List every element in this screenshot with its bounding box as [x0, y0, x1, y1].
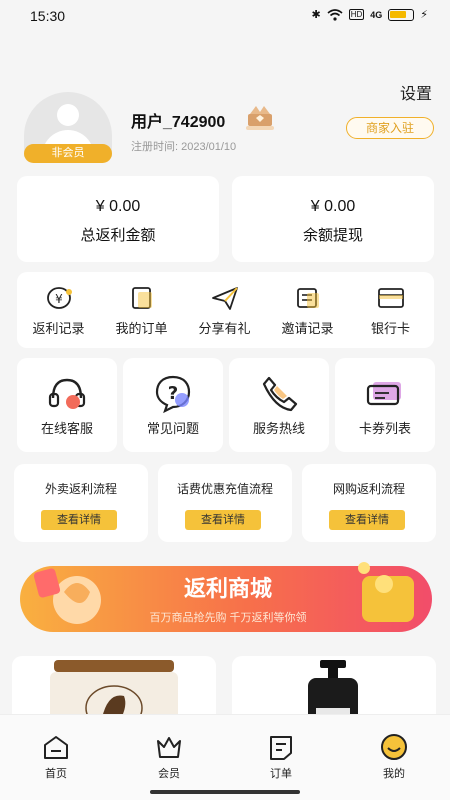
- total-rebate-card[interactable]: ¥ 0.00 总返利金额: [17, 176, 219, 262]
- service-hotline[interactable]: 服务热线: [229, 358, 329, 452]
- menu-item-invite-record[interactable]: 邀请记录: [266, 284, 349, 340]
- tab-label: 首页: [45, 768, 67, 780]
- service-label: 常见问题: [146, 421, 199, 436]
- menu-label: 邀请记录: [281, 321, 334, 336]
- home-indicator: [150, 790, 300, 794]
- battery-icon: [388, 8, 415, 21]
- service-label: 服务热线: [252, 421, 305, 436]
- balance-withdraw-card[interactable]: ¥ 0.00 余额提现: [232, 176, 434, 262]
- menu-label: 返利记录: [32, 321, 85, 336]
- wifi-icon: [327, 8, 343, 21]
- avatar-head-shape: [57, 104, 79, 126]
- menu-item-my-orders[interactable]: 我的订单: [100, 284, 183, 340]
- service-label: 卡券列表: [358, 421, 411, 436]
- banner-subtitle: 百万商品抢先购 千万返利等你领: [149, 610, 306, 624]
- balance-withdraw-label: 余额提现: [302, 227, 363, 244]
- status-time: 15:30: [30, 8, 66, 24]
- flow-card-phone-recharge: 话费优惠充值流程 查看详情: [158, 464, 292, 542]
- flow-title: 外卖返利流程: [44, 482, 117, 496]
- service-online-support[interactable]: 在线客服: [17, 358, 117, 452]
- menu-label: 银行卡: [370, 321, 410, 336]
- flow-card-online-shopping: 网购返利流程 查看详情: [302, 464, 436, 542]
- status-bar: 15:30 ✱ HD 4G ⚡: [0, 0, 450, 32]
- member-status-badge: 非会员: [24, 144, 112, 163]
- tab-label: 会员: [158, 768, 180, 780]
- settings-button[interactable]: 设置: [400, 80, 432, 104]
- phone-icon: [262, 376, 298, 412]
- rebate-mall-banner[interactable]: 返利商城 百万商品抢先购 千万返利等你领: [12, 554, 440, 644]
- order-icon: [131, 287, 152, 309]
- tab-orders[interactable]: 订单: [251, 733, 311, 781]
- service-coupon-list[interactable]: 卡券列表: [335, 358, 435, 452]
- invite-icon: [296, 288, 319, 308]
- share-icon: [211, 287, 238, 310]
- flow-title: 网购返利流程: [332, 482, 405, 496]
- bank-card-icon: [377, 288, 404, 308]
- service-label: 在线客服: [40, 421, 93, 436]
- tab-member[interactable]: 会员: [139, 733, 199, 781]
- menu-item-share-gift[interactable]: 分享有礼: [183, 284, 266, 340]
- total-rebate-label: 总返利金额: [80, 227, 156, 244]
- bluetooth-icon: ✱: [311, 9, 321, 21]
- hd-badge: HD: [348, 9, 365, 20]
- menu-label: 分享有礼: [198, 321, 251, 336]
- quick-menu: ¥ 返利记录 我的订单 分享有礼 邀请记录 银行卡: [17, 272, 434, 348]
- tab-home[interactable]: 首页: [26, 733, 86, 781]
- tab-label: 我的: [383, 768, 405, 780]
- question-icon: ?: [155, 375, 191, 414]
- register-time: 注册时间: 2023/01/10: [131, 141, 237, 153]
- flow-title: 话费优惠充值流程: [176, 482, 273, 496]
- order-icon: [270, 736, 292, 760]
- menu-label: 我的订单: [115, 321, 168, 336]
- charging-icon: ⚡: [420, 9, 428, 21]
- service-faq[interactable]: ? 常见问题: [123, 358, 223, 452]
- crown-icon: [246, 106, 274, 130]
- tab-mine[interactable]: 我的: [364, 733, 424, 781]
- banner-title: 返利商城: [184, 576, 272, 601]
- menu-item-bank-card[interactable]: 银行卡: [349, 284, 432, 340]
- menu-item-rebate-record[interactable]: ¥ 返利记录: [17, 284, 100, 340]
- rebate-icon: ¥: [46, 287, 72, 309]
- bottom-tab-bar: 首页 会员 订单 我的: [0, 714, 450, 800]
- view-details-button[interactable]: 查看详情: [41, 510, 117, 530]
- username: 用户_742900: [131, 114, 226, 131]
- status-icons: ✱ HD 4G ⚡: [311, 8, 428, 21]
- tab-label: 订单: [270, 768, 292, 780]
- flow-card-takeout-rebate: 外卖返利流程 查看详情: [14, 464, 148, 542]
- svg-text:¥: ¥: [55, 292, 63, 306]
- crown-icon: [157, 737, 181, 758]
- view-details-button[interactable]: 查看详情: [185, 510, 261, 530]
- headset-icon: [48, 378, 86, 409]
- merchant-join-button[interactable]: 商家入驻: [346, 117, 434, 139]
- signal-label: 4G: [370, 9, 383, 20]
- total-rebate-value: ¥ 0.00: [95, 198, 141, 215]
- view-details-button[interactable]: 查看详情: [329, 510, 405, 530]
- home-icon: [44, 736, 68, 759]
- smile-icon: [381, 734, 407, 760]
- balance-value: ¥ 0.00: [310, 198, 356, 215]
- coupon-icon: [366, 382, 401, 406]
